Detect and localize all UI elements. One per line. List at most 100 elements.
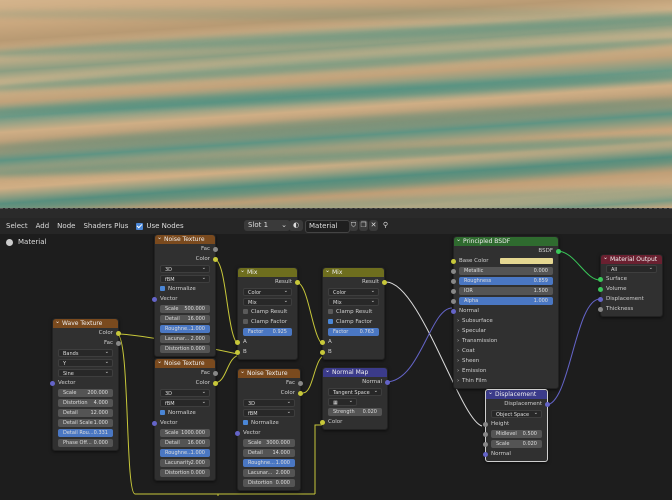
dimensions-dropdown[interactable]: 3D xyxy=(160,388,210,397)
slot-selector[interactable]: Slot 1 ⌄ xyxy=(244,220,290,231)
scale-field[interactable]: Scale 0.020 xyxy=(491,440,542,448)
panel-emission[interactable]: Emission xyxy=(454,366,558,376)
roughness-field[interactable]: Roughne... 1.000 xyxy=(160,449,210,457)
phase-offset-field[interactable]: Phase Off... 0.000 xyxy=(58,439,113,447)
space-dropdown[interactable]: Object Space xyxy=(491,409,542,418)
detail-field[interactable]: Detail 12.000 xyxy=(58,409,113,417)
socket-output[interactable] xyxy=(298,380,303,386)
midlevel-field[interactable]: Midlevel 0.500 xyxy=(491,430,542,438)
use-nodes-toggle[interactable]: Use Nodes xyxy=(136,222,184,230)
panel-specular[interactable]: Specular xyxy=(454,326,558,336)
socket-input[interactable] xyxy=(451,278,456,284)
socket-output[interactable] xyxy=(545,401,550,407)
socket-output[interactable] xyxy=(213,370,218,376)
node-header[interactable]: Wave Texture xyxy=(53,317,118,328)
roughness-field[interactable]: Roughne... 1.000 xyxy=(243,459,295,467)
socket-output[interactable] xyxy=(556,248,561,254)
socket-input[interactable] xyxy=(451,288,456,294)
socket-input[interactable] xyxy=(451,258,456,264)
type-dropdown[interactable]: fBM xyxy=(243,408,295,417)
lacunarity-field[interactable]: Lacunarity 2.000 xyxy=(160,459,210,467)
socket-input[interactable] xyxy=(235,339,240,345)
socket-input[interactable] xyxy=(451,268,456,274)
panel-sheen[interactable]: Sheen xyxy=(454,356,558,366)
socket-output[interactable] xyxy=(295,279,300,285)
clamp-result-checkbox[interactable]: Clamp Result xyxy=(238,307,297,317)
factor-field[interactable]: Factor 0.763 xyxy=(328,328,379,336)
socket-input[interactable] xyxy=(235,349,240,355)
node-header[interactable]: Displacement xyxy=(486,388,547,399)
panel-subsurface[interactable]: Subsurface xyxy=(454,316,558,326)
roughness-field[interactable]: Roughne... 1.000 xyxy=(160,325,210,333)
normalize-checkbox[interactable]: Normalize xyxy=(155,408,215,418)
socket-input[interactable] xyxy=(483,441,488,447)
detail-roughness-field[interactable]: Detail Rou... 0.331 xyxy=(58,429,113,437)
node-header[interactable]: Noise Texture xyxy=(155,233,215,244)
data-type-dropdown[interactable]: Color xyxy=(243,287,292,296)
socket-input[interactable] xyxy=(598,286,603,292)
roughness-field[interactable]: Roughness 0.859 xyxy=(459,277,553,285)
distortion-field[interactable]: Distortion 0.000 xyxy=(160,469,210,477)
scale-field[interactable]: Scale 500.000 xyxy=(160,305,210,313)
material-output-node[interactable]: Material Output All Surface Volume Displ… xyxy=(598,253,663,317)
profile-dropdown[interactable]: Sine xyxy=(58,368,113,377)
noise-texture-node-2[interactable]: Noise Texture Fac Color 3D fBM Normalize… xyxy=(152,357,218,481)
pin-button[interactable]: ⚲ xyxy=(381,220,390,231)
clamp-result-checkbox[interactable]: Clamp Result xyxy=(323,307,384,317)
data-type-dropdown[interactable]: Color xyxy=(328,287,379,296)
normalize-checkbox[interactable]: Normalize xyxy=(155,284,215,294)
panel-thin-film[interactable]: Thin Film xyxy=(454,376,558,386)
mix-node-1[interactable]: Mix Result Color Mix Clamp Result Clamp … xyxy=(235,266,300,360)
menu-node[interactable]: Node xyxy=(57,222,75,230)
panel-coat[interactable]: Coat xyxy=(454,346,558,356)
distortion-field[interactable]: Distortion 4.000 xyxy=(58,399,113,407)
node-header[interactable]: Noise Texture xyxy=(238,367,300,378)
node-header[interactable]: Material Output xyxy=(601,253,662,264)
socket-input[interactable] xyxy=(152,420,157,426)
normal-map-node[interactable]: Normal Map Normal Tangent Space ▦ Streng… xyxy=(320,366,390,430)
clamp-factor-checkbox[interactable]: Clamp Factor xyxy=(323,317,384,327)
alpha-field[interactable]: Alpha 1.000 xyxy=(459,297,553,305)
duplicate-button[interactable]: ❐ xyxy=(359,220,368,231)
node-header[interactable]: Normal Map xyxy=(323,366,387,377)
normalize-checkbox[interactable]: Normalize xyxy=(238,418,300,428)
factor-field[interactable]: Factor 0.925 xyxy=(243,328,292,336)
type-dropdown[interactable]: fBM xyxy=(160,398,210,407)
menu-add[interactable]: Add xyxy=(36,222,50,230)
socket-output[interactable] xyxy=(213,256,218,262)
distortion-field[interactable]: Distortion 0.000 xyxy=(160,345,210,353)
fake-user-button[interactable]: ⛉ xyxy=(349,220,358,231)
detail-field[interactable]: Detail 16.000 xyxy=(160,315,210,323)
socket-input[interactable] xyxy=(483,451,488,457)
viewport-preview[interactable] xyxy=(0,0,672,208)
socket-output[interactable] xyxy=(298,390,303,396)
detail-field[interactable]: Detail 14.000 xyxy=(243,449,295,457)
socket-input[interactable] xyxy=(598,306,603,312)
blend-dropdown[interactable]: Mix xyxy=(243,297,292,306)
distortion-field[interactable]: Distortion 0.000 xyxy=(243,479,295,487)
material-browse-button[interactable]: ◐ xyxy=(289,220,303,231)
socket-input[interactable] xyxy=(451,298,456,304)
axis-dropdown[interactable]: Y xyxy=(58,358,113,367)
socket-input[interactable] xyxy=(50,380,55,386)
noise-texture-node-3[interactable]: Noise Texture Fac Color 3D fBM Normalize… xyxy=(235,367,303,491)
socket-input[interactable] xyxy=(320,349,325,355)
metallic-field[interactable]: Metallic 0.000 xyxy=(459,267,553,275)
target-dropdown[interactable]: All xyxy=(606,264,657,273)
clamp-factor-checkbox[interactable]: Clamp Factor xyxy=(238,317,297,327)
socket-input[interactable] xyxy=(451,308,456,314)
node-header[interactable]: Mix xyxy=(323,266,384,277)
detail-scale-field[interactable]: Detail Scale 1.000 xyxy=(58,419,113,427)
space-dropdown[interactable]: Tangent Space xyxy=(328,387,382,396)
socket-output[interactable] xyxy=(385,379,390,385)
blend-dropdown[interactable]: Mix xyxy=(328,297,379,306)
socket-input[interactable] xyxy=(598,276,603,282)
socket-input[interactable] xyxy=(483,431,488,437)
socket-output[interactable] xyxy=(213,246,218,252)
menu-shaders-plus[interactable]: Shaders Plus xyxy=(83,222,128,230)
socket-input[interactable] xyxy=(598,296,603,302)
panel-transmission[interactable]: Transmission xyxy=(454,336,558,346)
dimensions-dropdown[interactable]: 3D xyxy=(160,264,210,273)
detail-field[interactable]: Detail 16.000 xyxy=(160,439,210,447)
socket-input[interactable] xyxy=(320,339,325,345)
